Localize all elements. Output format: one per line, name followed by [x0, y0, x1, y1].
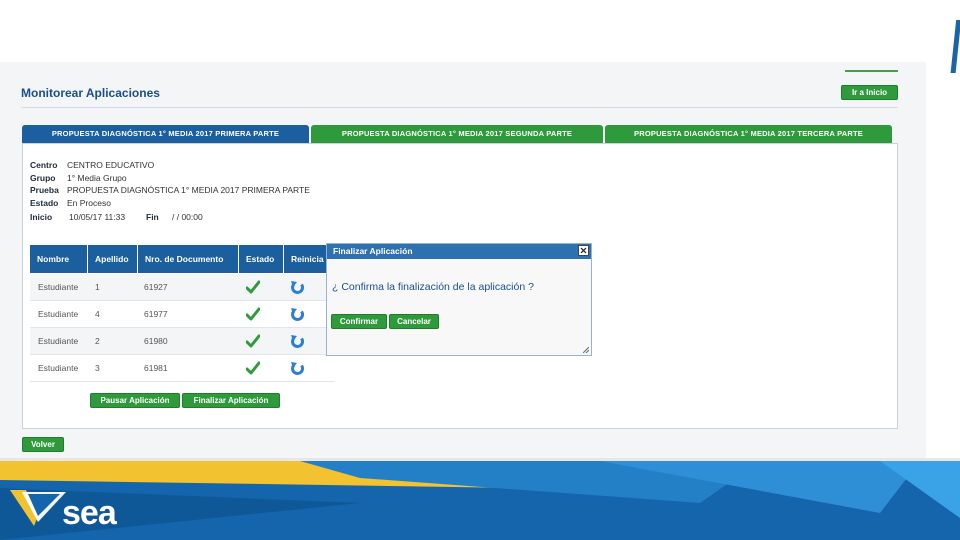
col-header-estado[interactable]: Estado: [239, 245, 284, 273]
prueba-value: PROPUESTA DIAGNÓSTICA 1° MEDIA 2017 PRIM…: [67, 185, 310, 195]
close-icon[interactable]: [578, 245, 589, 256]
prueba-label: Prueba: [30, 185, 59, 195]
dialog-title: Finalizar Aplicación: [333, 246, 413, 256]
cell-documento: 61981: [144, 363, 168, 373]
slide-top-area: [0, 0, 960, 62]
col-header-apellido[interactable]: Apellido: [88, 245, 138, 273]
grupo-label: Grupo: [30, 173, 56, 183]
finish-application-button[interactable]: Finalizar Aplicación: [182, 393, 280, 408]
cancel-button[interactable]: Cancelar: [389, 314, 439, 329]
cell-nombre: Estudiante: [38, 363, 79, 373]
col-header-nombre[interactable]: Nombre: [30, 245, 88, 273]
cell-nombre: Estudiante: [38, 282, 79, 292]
cell-apellido: 1: [95, 282, 100, 292]
col-header-documento[interactable]: Nro. de Documento: [138, 245, 239, 273]
dialog-titlebar[interactable]: Finalizar Aplicación: [327, 244, 591, 259]
reset-icon[interactable]: [290, 334, 305, 349]
cell-apellido: 3: [95, 363, 100, 373]
centro-value: CENTRO EDUCATIVO: [67, 160, 155, 170]
dialog-body: ¿ Confirma la finalización de la aplicac…: [327, 259, 591, 355]
cell-apellido: 2: [95, 336, 100, 346]
info-grupo: Grupo 1° Media Grupo: [30, 173, 127, 183]
cell-apellido: 4: [95, 309, 100, 319]
reset-icon[interactable]: [290, 280, 305, 295]
table-row: Estudiante 2 61980: [30, 328, 335, 355]
confirm-button[interactable]: Confirmar: [331, 314, 387, 329]
footer-decor-shape: [0, 458, 960, 540]
centro-label: Centro: [30, 160, 58, 170]
info-prueba: Prueba PROPUESTA DIAGNÓSTICA 1° MEDIA 20…: [30, 185, 310, 195]
info-centro: Centro CENTRO EDUCATIVO: [30, 160, 154, 170]
dialog-message: ¿ Confirma la finalización de la aplicac…: [332, 281, 534, 293]
cell-documento: 61927: [144, 282, 168, 292]
check-icon: [246, 361, 260, 375]
back-button[interactable]: Volver: [22, 437, 64, 452]
table-row: Estudiante 1 61927: [30, 274, 335, 301]
slide-right-margin: [926, 73, 960, 458]
resize-grip-icon[interactable]: [583, 347, 589, 353]
tab-segunda-parte[interactable]: PROPUESTA DIAGNÓSTICA 1° MEDIA 2017 SEGU…: [311, 125, 603, 143]
inicio-label: Inicio: [30, 212, 53, 222]
pause-application-button[interactable]: Pausar Aplicación: [90, 393, 180, 408]
estado-value: En Proceso: [67, 198, 111, 208]
grupo-value: 1° Media Grupo: [67, 173, 127, 183]
header-divider: [21, 107, 898, 108]
logo-text: sea: [62, 494, 117, 532]
home-button[interactable]: Ir a Inicio: [841, 85, 898, 100]
page-title: Monitorear Aplicaciones: [21, 86, 160, 100]
finalize-dialog: Finalizar Aplicación ¿ Confirma la final…: [326, 243, 592, 356]
reset-icon[interactable]: [290, 307, 305, 322]
inicio-value: 10/05/17 11:33: [69, 212, 126, 222]
cell-documento: 61980: [144, 336, 168, 346]
footer-band: [0, 458, 960, 540]
info-inicio: Inicio 10/05/17 11:33 Fin / / 00:00: [30, 212, 203, 222]
table-row: Estudiante 3 61981: [30, 355, 335, 382]
header-accent-line: [845, 70, 898, 72]
tab-primera-parte[interactable]: PROPUESTA DIAGNÓSTICA 1° MEDIA 2017 PRIM…: [22, 125, 309, 143]
fin-value: / / 00:00: [172, 212, 203, 222]
info-estado: Estado En Proceso: [30, 198, 111, 208]
check-icon: [246, 307, 260, 321]
cell-nombre: Estudiante: [38, 309, 79, 319]
check-icon: [246, 334, 260, 348]
reset-icon[interactable]: [290, 361, 305, 376]
table-row: Estudiante 4 61977: [30, 301, 335, 328]
estado-label: Estado: [30, 198, 59, 208]
fin-label: Fin: [146, 212, 159, 222]
sea-logo-icon: [10, 490, 66, 526]
tab-tercera-parte[interactable]: PROPUESTA DIAGNÓSTICA 1° MEDIA 2017 TERC…: [605, 125, 892, 143]
cell-nombre: Estudiante: [38, 336, 79, 346]
cell-documento: 61977: [144, 309, 168, 319]
check-icon: [246, 280, 260, 294]
